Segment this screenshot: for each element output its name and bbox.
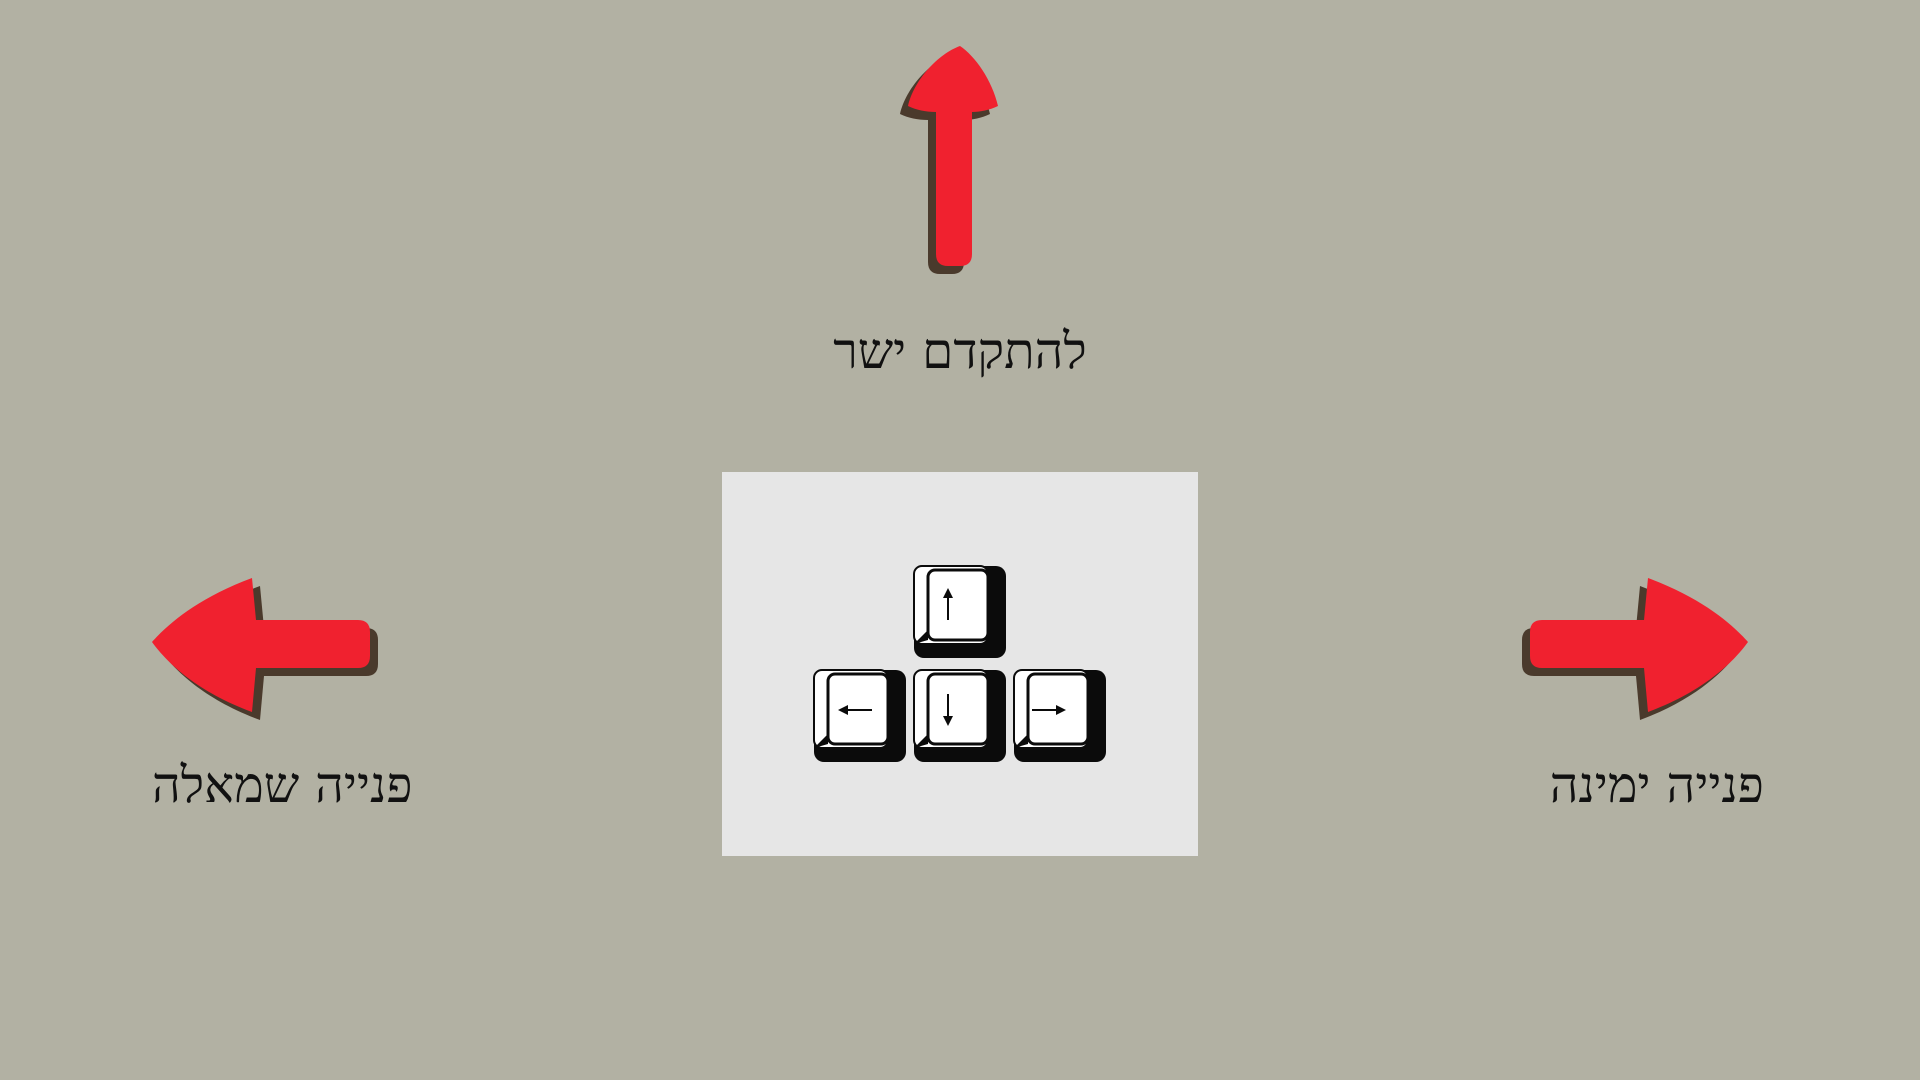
left-key	[813, 669, 906, 762]
left-arrow-icon	[152, 578, 378, 720]
slide: להתקדם ישר פנייה שמאלה פנייה ימינה	[0, 0, 1920, 1080]
forward-label: להתקדם ישר	[833, 322, 1087, 380]
right-key	[1013, 669, 1106, 762]
up-key	[913, 565, 1006, 658]
turn-right-label: פנייה ימינה	[1549, 756, 1764, 814]
arrow-keys-panel	[722, 472, 1198, 856]
right-arrow-icon	[1522, 578, 1748, 720]
forward-arrow-icon	[900, 46, 998, 274]
turn-left-label: פנייה שמאלה	[152, 756, 413, 814]
down-key	[913, 669, 1006, 762]
